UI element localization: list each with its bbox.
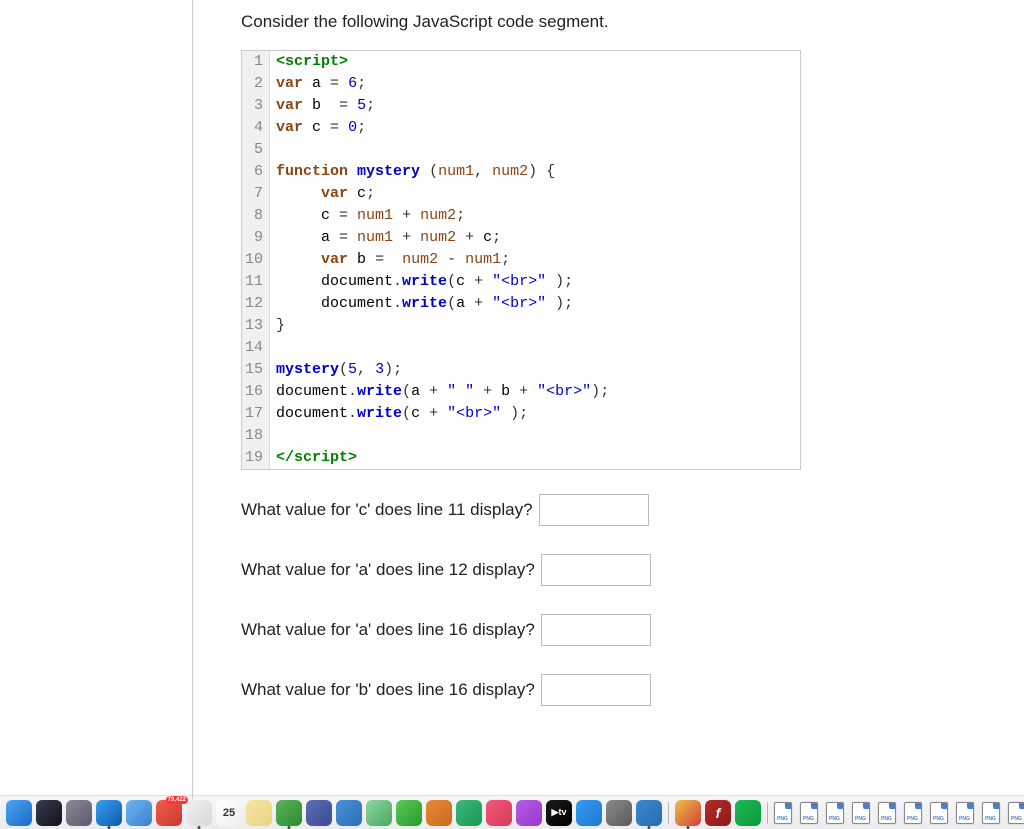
- numbers-icon[interactable]: [456, 800, 482, 826]
- messages-icon[interactable]: 79,422: [156, 800, 182, 826]
- dock-file-icon[interactable]: PNG: [826, 802, 848, 824]
- answer-input-3[interactable]: [541, 614, 651, 646]
- question-3: What value for 'a' does line 16 display?: [241, 614, 986, 646]
- question-label: What value for 'a' does line 16 display?: [241, 620, 535, 640]
- dock-file-icon[interactable]: PNG: [956, 802, 978, 824]
- dock-file-icon[interactable]: PNG: [878, 802, 900, 824]
- music-icon[interactable]: [486, 800, 512, 826]
- question-label: What value for 'c' does line 11 display?: [241, 500, 533, 520]
- dock-file-icon[interactable]: PNG: [852, 802, 874, 824]
- tv-icon[interactable]: ▶tv: [546, 800, 572, 826]
- question-label: What value for 'a' does line 12 display?: [241, 560, 535, 580]
- finder-icon[interactable]: [6, 800, 32, 826]
- siri-icon[interactable]: [36, 800, 62, 826]
- podcasts-icon[interactable]: [516, 800, 542, 826]
- intro-paragraph: Consider the following JavaScript code s…: [241, 12, 986, 32]
- flash-icon[interactable]: f: [705, 800, 731, 826]
- question-1: What value for 'c' does line 11 display?: [241, 494, 986, 526]
- dock-file-icon[interactable]: PNG: [774, 802, 796, 824]
- keynote-icon[interactable]: [336, 800, 362, 826]
- question-label: What value for 'b' does line 16 display?: [241, 680, 535, 700]
- safari-icon[interactable]: [96, 800, 122, 826]
- mail-icon[interactable]: [126, 800, 152, 826]
- code-block: 1<script> 2var a = 6; 3var b = 5; 4var c…: [241, 50, 801, 470]
- answer-input-1[interactable]: [539, 494, 649, 526]
- dock-separator: [668, 802, 669, 824]
- question-4: What value for 'b' does line 16 display?: [241, 674, 986, 706]
- question-content: Consider the following JavaScript code s…: [192, 0, 1024, 799]
- macos-dock: 79,42225▶tvfPNGPNGPNGPNGPNGPNGPNGPNGPNGP…: [0, 795, 1024, 829]
- calendar-icon[interactable]: 25: [216, 800, 242, 826]
- chrome-icon[interactable]: [675, 800, 701, 826]
- reminders-icon[interactable]: [186, 800, 212, 826]
- appstore-icon[interactable]: [576, 800, 602, 826]
- maps-icon[interactable]: [366, 800, 392, 826]
- photos-icon[interactable]: [306, 800, 332, 826]
- launchpad-icon[interactable]: [66, 800, 92, 826]
- facetime-icon[interactable]: [396, 800, 422, 826]
- dock-file-icon[interactable]: PNG: [904, 802, 926, 824]
- dock-file-icon[interactable]: PNG: [1008, 802, 1024, 824]
- dock-file-icon[interactable]: PNG: [982, 802, 1004, 824]
- prefs-icon[interactable]: [606, 800, 632, 826]
- vscode-icon[interactable]: [636, 800, 662, 826]
- dock-file-icon[interactable]: PNG: [930, 802, 952, 824]
- answer-input-2[interactable]: [541, 554, 651, 586]
- question-2: What value for 'a' does line 12 display?: [241, 554, 986, 586]
- dock-file-icon[interactable]: PNG: [800, 802, 822, 824]
- preview-icon[interactable]: [276, 800, 302, 826]
- photobooth-icon[interactable]: [426, 800, 452, 826]
- dock-separator: [767, 802, 768, 824]
- notes-icon[interactable]: [246, 800, 272, 826]
- spotify-icon[interactable]: [735, 800, 761, 826]
- answer-input-4[interactable]: [541, 674, 651, 706]
